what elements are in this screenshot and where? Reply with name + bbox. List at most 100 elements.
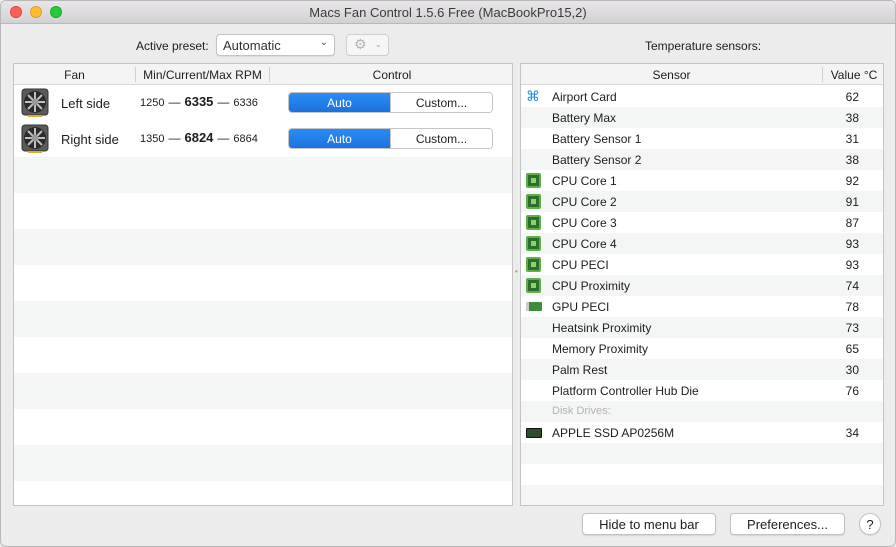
cpu-chip-icon [526,215,541,230]
sensor-name: Memory Proximity [552,342,649,356]
sensor-name: APPLE SSD AP0256M [552,426,675,440]
sensor-name: Airport Card [552,90,617,104]
cpu-chip-icon [526,236,541,251]
fan-rpm: 1250—6335—6336 [140,94,258,109]
hide-to-menu-bar-button[interactable]: Hide to menu bar [582,513,716,535]
sensor-value: 87 [845,216,859,230]
ssd-drive-icon [526,428,542,438]
sensor-value: 93 [845,258,859,272]
sensor-value: 34 [845,426,859,440]
temperature-sensors-heading: Temperature sensors: [645,39,762,53]
fan-name: Left side [61,96,111,111]
rpm-separator: — [168,131,181,145]
rpm-separator: — [217,95,230,109]
fan-icon [21,124,49,153]
sensor-value: 38 [845,111,859,125]
sensor-value: 38 [845,153,859,167]
sensor-row[interactable]: Battery Sensor 1 31 [521,128,883,149]
sensor-row[interactable]: Palm Rest 30 [521,359,883,380]
fan-min-rpm: 1350 [140,133,165,145]
preferences-button[interactable]: Preferences... [730,513,845,535]
fan-rpm: 1350—6824—6864 [140,130,258,145]
sensor-row[interactable]: GPU PECI 78 [521,296,883,317]
window-title: Macs Fan Control 1.5.6 Free (MacBookPro1… [309,5,587,20]
column-header-sensor[interactable]: Sensor [521,68,822,82]
empty-row [14,301,512,337]
sensor-name: Battery Sensor 1 [552,132,642,146]
sensor-value: 78 [845,300,859,314]
sensor-group-label: Disk Drives: [552,405,611,417]
fan-icon [21,88,49,117]
sensor-row[interactable]: Battery Sensor 2 38 [521,149,883,170]
fan-current-rpm: 6335 [184,94,214,109]
sensor-row[interactable]: CPU Proximity 74 [521,275,883,296]
sensor-row[interactable]: CPU Core 3 87 [521,212,883,233]
column-header-value[interactable]: Value °C [823,68,883,82]
column-header-rpm[interactable]: Min/Current/Max RPM [136,68,269,82]
auto-button[interactable]: Auto [289,129,390,148]
empty-row [14,445,512,481]
column-header-fan[interactable]: Fan [14,68,135,82]
sensor-value: 92 [845,174,859,188]
sensor-value: 76 [845,384,859,398]
help-button[interactable]: ? [859,513,881,535]
fan-name: Right side [61,132,119,147]
sensor-name: Platform Controller Hub Die [552,384,699,398]
sensor-row[interactable]: Memory Proximity 65 [521,338,883,359]
fan-control-segmented: Auto Custom... [288,128,493,149]
sensor-name: CPU Core 1 [552,174,617,188]
empty-row [14,229,512,265]
sensor-row[interactable]: CPU Core 4 93 [521,233,883,254]
empty-row [521,443,883,464]
sensor-row[interactable]: Heatsink Proximity 73 [521,317,883,338]
sensor-name: CPU Core 2 [552,195,617,209]
auto-button[interactable]: Auto [289,93,390,112]
custom-button[interactable]: Custom... [390,129,492,148]
fan-row-left-side[interactable]: Left side 1250—6335—6336 Auto Custom... [14,85,512,121]
wifi-icon: ⌘ [526,88,540,104]
cpu-chip-icon [526,194,541,209]
sensor-name: Battery Sensor 2 [552,153,642,167]
empty-row [521,464,883,485]
fan-max-rpm: 6864 [233,133,258,145]
sensor-row[interactable]: APPLE SSD AP0256M 34 [521,422,883,443]
sensor-value: 73 [845,321,859,335]
fan-max-rpm: 6336 [233,97,258,109]
empty-row [14,409,512,445]
sensor-name: CPU PECI [552,258,609,272]
app-window: Macs Fan Control 1.5.6 Free (MacBookPro1… [0,0,896,547]
split-view-divider-handle[interactable]: • [515,267,519,276]
fan-table-header: Fan Min/Current/Max RPM Control [14,64,512,85]
sensor-row[interactable]: ⌘ Airport Card 62 [521,86,883,107]
sensor-name: Heatsink Proximity [552,321,652,335]
sensor-table: Sensor Value °C ⌘ Airport Card 62 Batter… [520,63,884,506]
custom-button[interactable]: Custom... [390,93,492,112]
sensor-row[interactable]: CPU PECI 93 [521,254,883,275]
column-header-control[interactable]: Control [270,68,512,82]
active-preset-value: Automatic [223,38,281,53]
empty-row [14,337,512,373]
title-bar[interactable]: Macs Fan Control 1.5.6 Free (MacBookPro1… [1,1,895,24]
active-preset-select[interactable]: Automatic ⌄ [216,34,335,56]
sensor-value: 93 [845,237,859,251]
empty-row [14,157,512,193]
sensor-name: Palm Rest [552,363,608,377]
cpu-chip-icon [526,278,541,293]
sensor-group-row: Disk Drives: [521,401,883,422]
empty-row [14,481,512,505]
cpu-chip-icon [526,257,541,272]
sensor-row[interactable]: CPU Core 1 92 [521,170,883,191]
sensor-row[interactable]: Platform Controller Hub Die 76 [521,380,883,401]
sensor-table-header: Sensor Value °C [521,64,883,85]
fan-table: Fan Min/Current/Max RPM Control Left sid… [13,63,513,506]
sensor-value: 62 [845,90,859,104]
sensor-row[interactable]: Battery Max 38 [521,107,883,128]
sensor-name: CPU Core 3 [552,216,617,230]
sensor-name: CPU Core 4 [552,237,617,251]
sensor-name: GPU PECI [552,300,610,314]
sensor-row[interactable]: CPU Core 2 91 [521,191,883,212]
rpm-separator: — [168,95,181,109]
preset-settings-button[interactable]: ⚙ ⌄ [346,34,389,56]
fan-current-rpm: 6824 [184,130,214,145]
fan-row-right-side[interactable]: Right side 1350—6824—6864 Auto Custom... [14,121,512,157]
